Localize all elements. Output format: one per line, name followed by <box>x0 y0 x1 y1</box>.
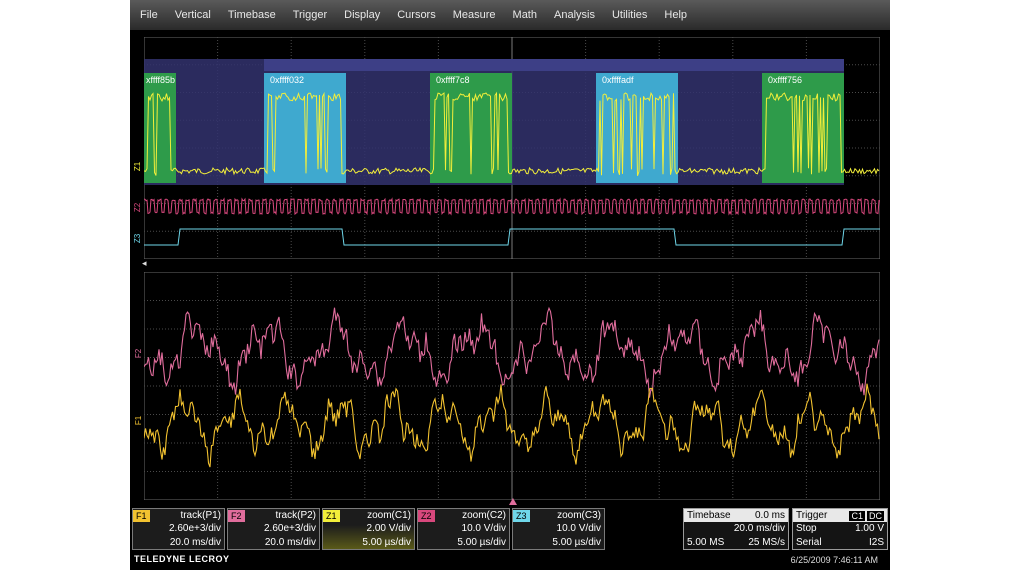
menu-cursors[interactable]: Cursors <box>388 9 444 21</box>
decode-frame-4 <box>762 73 844 183</box>
channel-chip-f2[interactable]: F2 track(P2) 2.60e+3/div 20.0 ms/div <box>227 508 320 550</box>
menu-trigger[interactable]: Trigger <box>284 9 335 21</box>
z3-marker-label: Z3 <box>133 233 143 244</box>
position-arrow-icon[interactable]: ◂ <box>142 258 147 269</box>
decode-value-label: 0xffffadf <box>602 75 634 85</box>
decode-value-label: 0xffff7c8 <box>436 75 470 85</box>
channel-chip-z2[interactable]: Z2 zoom(C2) 10.0 V/div 5.00 µs/div <box>417 508 510 550</box>
menu-file[interactable]: File <box>130 9 166 21</box>
decode-value-label: 0xffff032 <box>270 75 304 85</box>
brand-logo: TELEDYNE LECROY <box>134 554 230 564</box>
menu-math[interactable]: Math <box>504 9 545 21</box>
trigger-source-badge: C1 <box>849 510 865 521</box>
trigger-position-marker <box>509 498 517 505</box>
channel-tag: Z2 <box>418 509 435 522</box>
f1-marker-label: F1 <box>134 415 144 426</box>
decode-value-label: xffff85b <box>146 75 175 85</box>
z1-marker-label: Z1 <box>133 161 143 172</box>
menu-bar: File Vertical Timebase Trigger Display C… <box>130 0 890 30</box>
z2-marker-label: Z2 <box>133 202 143 213</box>
menu-measure[interactable]: Measure <box>444 9 504 21</box>
channel-tag: F1 <box>133 509 150 522</box>
zoom-waveform-grid[interactable]: xffff85b 0xffff032 0xffff7c8 0xffffadf 0xfff… <box>144 37 880 259</box>
menu-utilities[interactable]: Utilities <box>603 9 655 21</box>
channel-chip-z3[interactable]: Z3 zoom(C3) 10.0 V/div 5.00 µs/div <box>512 508 605 550</box>
menu-timebase[interactable]: Timebase <box>219 9 284 21</box>
menu-analysis[interactable]: Analysis <box>545 9 603 21</box>
menu-help[interactable]: Help <box>655 9 695 21</box>
track-waveform-grid[interactable] <box>144 272 880 500</box>
trigger-panel[interactable]: Trigger C1 DC Stop 1.00 V Serial I2S <box>792 508 888 550</box>
menu-display[interactable]: Display <box>335 9 388 21</box>
channel-chip-z1[interactable]: Z1 zoom(C1) 2.00 V/div 5.00 µs/div <box>322 508 415 550</box>
timebase-panel[interactable]: Timebase 0.0 ms 20.0 ms/div 5.00 MS 25 MS/… <box>683 508 789 550</box>
menu-vertical[interactable]: Vertical <box>166 9 219 21</box>
f2-marker-label: F2 <box>134 348 144 359</box>
channel-tag: F2 <box>228 509 245 522</box>
oscilloscope-display: File Vertical Timebase Trigger Display C… <box>130 0 890 570</box>
channel-tag: Z3 <box>513 509 530 522</box>
channel-tag: Z1 <box>323 509 340 522</box>
trigger-coupling-badge: DC <box>867 510 884 521</box>
decode-value-label: 0xffff756 <box>768 75 802 85</box>
timestamp: 6/25/2009 7:46:11 AM <box>790 555 878 565</box>
channel-chip-f1[interactable]: F1 track(P1) 2.60e+3/div 20.0 ms/div <box>132 508 225 550</box>
